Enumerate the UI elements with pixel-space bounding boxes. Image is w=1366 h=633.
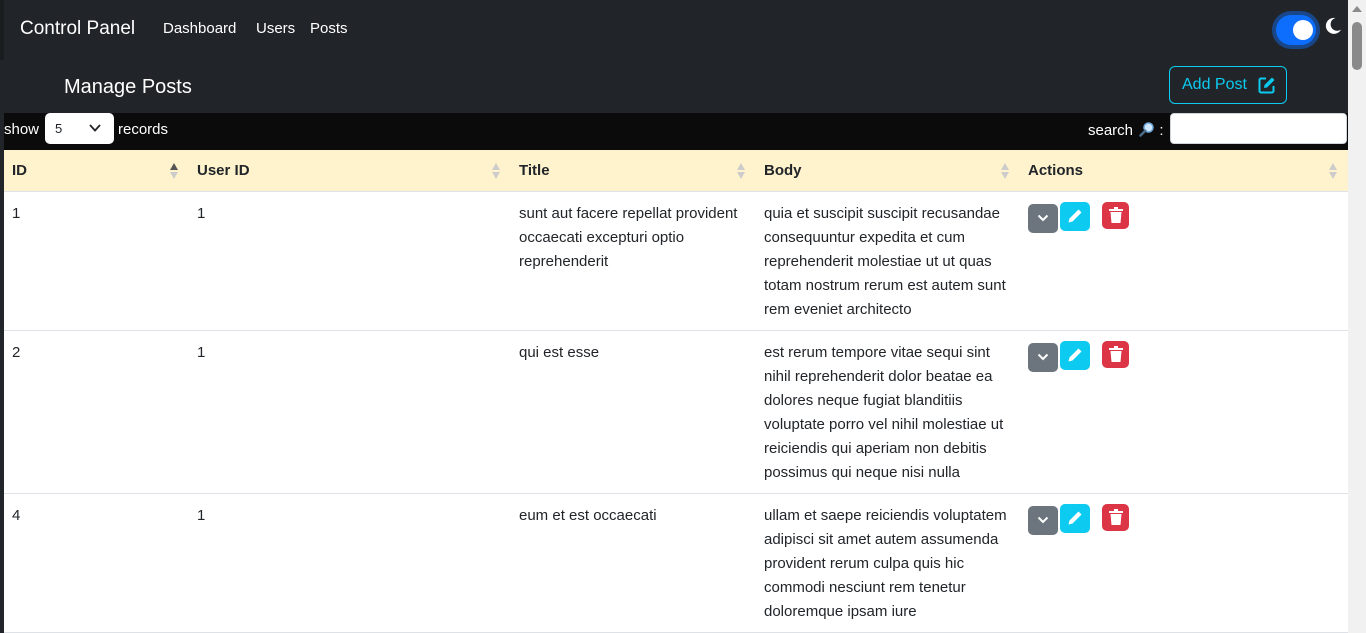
page-header: Manage Posts Add Post [4,60,1348,113]
trash-icon [1108,346,1123,362]
sort-asc-icon [170,163,178,179]
navbar: Control Panel Dashboard Users Posts [0,0,1348,60]
cell-actions [1020,493,1348,633]
expand-row-button[interactable] [1028,505,1058,535]
pencil-icon [1068,209,1082,223]
column-label-id: ID [12,161,27,179]
nav-link-posts[interactable]: Posts [310,20,348,37]
page-scrollbar[interactable] [1348,0,1366,633]
page-title: Manage Posts [64,76,192,98]
column-header-user-id[interactable]: User ID [189,150,511,192]
cell-user-id: 1 [189,330,511,494]
chevron-down-icon [1037,516,1049,524]
table-row: 4 1 eum et est occaecati ullam et saepe … [4,493,1348,633]
chevron-down-icon [89,124,101,132]
add-post-button[interactable]: Add Post [1169,66,1287,104]
column-header-id[interactable]: ID [4,150,189,192]
magnifier-icon [1139,122,1154,137]
cell-title: sunt aut facere repellat provident occae… [511,191,756,331]
sort-icon [1001,163,1009,179]
delete-post-button[interactable] [1102,201,1129,229]
cell-id: 1 [4,191,189,331]
column-label-body: Body [764,161,802,179]
chevron-down-icon [1037,214,1049,222]
scrollbar-thumb[interactable] [1352,22,1362,70]
cell-user-id: 1 [189,191,511,331]
cell-body: est rerum tempore vitae sequi sint nihil… [756,330,1020,494]
add-post-label: Add Post [1182,76,1247,93]
cell-actions [1020,330,1348,494]
column-label-user-id: User ID [197,161,250,179]
cell-user-id: 1 [189,493,511,633]
table-row: 1 1 sunt aut facere repellat provident o… [4,191,1348,331]
cell-body: ullam et saepe reiciendis voluptatem adi… [756,493,1020,633]
page-size-value: 5 [55,121,63,136]
trash-icon [1108,509,1123,525]
sort-icon [492,163,500,179]
delete-post-button[interactable] [1102,503,1129,531]
cell-title: qui est esse [511,330,756,494]
delete-post-button[interactable] [1102,340,1129,368]
search-label: search [1088,122,1134,139]
search-label-group: search : [1088,121,1164,139]
show-label: show [4,121,40,138]
expand-row-button[interactable] [1028,342,1058,372]
records-label: records [118,121,169,138]
posts-table: ID User ID Title Body Actions 1 1 sunt a… [4,150,1348,633]
search-input[interactable] [1170,113,1347,144]
cell-id: 4 [4,493,189,633]
cell-id: 2 [4,330,189,494]
nav-link-users[interactable]: Users [256,20,295,37]
edit-post-button[interactable] [1060,201,1090,231]
sort-icon [1329,163,1337,179]
column-header-actions[interactable]: Actions [1020,150,1348,192]
chevron-down-icon [1037,353,1049,361]
expand-row-button[interactable] [1028,203,1058,233]
column-label-actions: Actions [1028,161,1084,179]
cell-actions [1020,191,1348,331]
posts-table-container: ID User ID Title Body Actions 1 1 sunt a… [4,150,1348,633]
toggle-knob [1293,20,1313,40]
edit-post-button[interactable] [1060,503,1090,533]
pencil-icon [1068,348,1082,362]
sort-icon [737,163,745,179]
pencil-icon [1068,511,1082,525]
theme-toggle[interactable] [1276,15,1316,45]
scroll-up-arrow-icon[interactable] [1352,6,1362,12]
table-header-row: ID User ID Title Body Actions [4,150,1348,192]
table-row: 2 1 qui est esse est rerum tempore vitae… [4,330,1348,494]
nav-link-dashboard[interactable]: Dashboard [163,20,236,37]
table-controls: show 5 records search : [4,113,1348,150]
page-size-select[interactable]: 5 [45,113,114,144]
column-label-title: Title [519,161,550,179]
trash-icon [1108,207,1123,223]
moon-icon [1325,17,1341,34]
column-header-body[interactable]: Body [756,150,1020,192]
search-colon: : [1159,122,1164,139]
cell-title: eum et est occaecati [511,493,756,633]
column-header-title[interactable]: Title [511,150,756,192]
edit-post-button[interactable] [1060,340,1090,370]
cell-body: quia et suscipit suscipit recusandae con… [756,191,1020,331]
edit-square-icon [1258,77,1275,94]
brand-title[interactable]: Control Panel [20,18,135,40]
